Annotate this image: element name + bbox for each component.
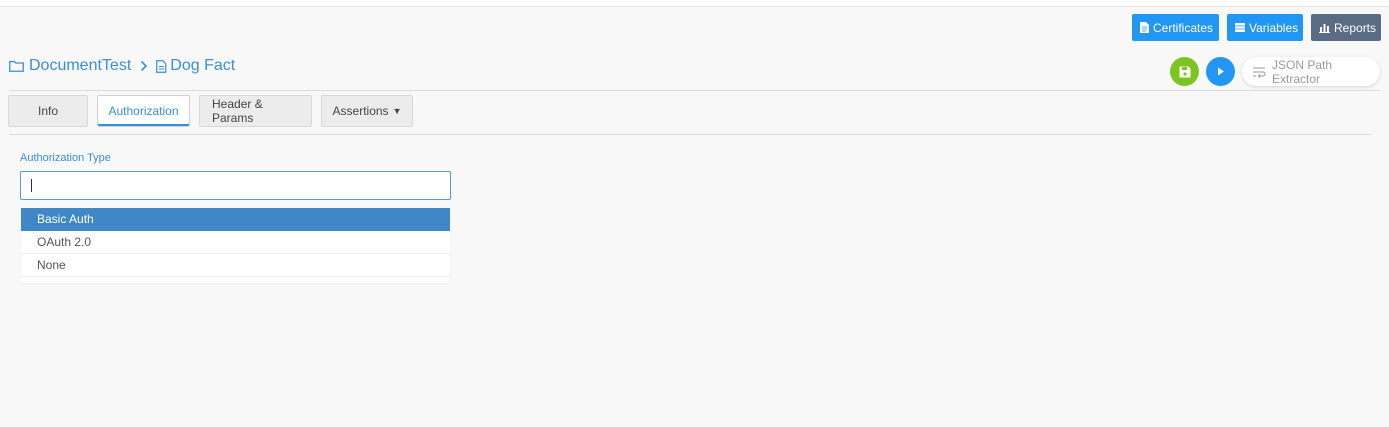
option-label: OAuth 2.0 xyxy=(37,235,92,249)
tab-header-params-label: Header & Params xyxy=(212,97,263,125)
option-none[interactable]: None xyxy=(21,254,450,277)
authorization-type-input[interactable] xyxy=(20,171,451,200)
authorization-type-label: Authorization Type xyxy=(20,152,111,164)
option-label: Basic Auth xyxy=(37,212,94,226)
tabs-divider xyxy=(9,134,1371,135)
variables-button[interactable]: Variables xyxy=(1227,14,1303,41)
save-button[interactable] xyxy=(1170,57,1199,86)
play-icon xyxy=(1217,67,1225,76)
table-icon xyxy=(1235,23,1245,32)
breadcrumb-folder[interactable]: DocumentTest xyxy=(9,57,131,75)
request-tools: JSON Path Extractor xyxy=(1170,57,1380,86)
variables-label: Variables xyxy=(1249,20,1299,35)
save-icon xyxy=(1179,66,1191,78)
authorization-type-dropdown: Basic Auth OAuth 2.0 None xyxy=(21,208,450,283)
option-oauth2[interactable]: OAuth 2.0 xyxy=(21,231,450,254)
tab-info[interactable]: Info xyxy=(8,95,88,127)
option-label: None xyxy=(37,258,66,272)
tab-authorization-label: Authorization xyxy=(108,104,179,118)
breadcrumb-document-label: Dog Fact xyxy=(170,57,236,74)
chevron-right-icon xyxy=(140,60,148,72)
breadcrumb-folder-label: DocumentTest xyxy=(29,57,132,74)
bar-chart-icon xyxy=(1319,23,1330,33)
breadcrumb: DocumentTest Dog Fact xyxy=(9,57,235,75)
top-actions: Certificates Variables Reports xyxy=(1132,14,1381,41)
json-path-extractor-label: JSON Path Extractor xyxy=(1272,57,1333,86)
divider xyxy=(9,90,1380,91)
top-strip xyxy=(0,0,1389,7)
run-button[interactable] xyxy=(1206,57,1235,86)
tab-info-label: Info xyxy=(37,104,58,118)
request-tabs: Info Authorization Header & Params Asser… xyxy=(8,95,413,127)
tab-assertions[interactable]: Assertions ▼ xyxy=(321,95,413,127)
folder-icon xyxy=(9,60,24,72)
tab-assertions-label: Assertions xyxy=(332,104,389,118)
option-basic-auth[interactable]: Basic Auth xyxy=(21,208,450,231)
tab-authorization[interactable]: Authorization xyxy=(97,95,190,127)
reports-label: Reports xyxy=(1334,20,1377,35)
tab-header-params[interactable]: Header & Params xyxy=(199,95,312,127)
breadcrumb-document[interactable]: Dog Fact xyxy=(156,57,235,75)
text-wrap-icon xyxy=(1252,66,1266,78)
caret-down-icon: ▼ xyxy=(392,106,402,116)
certificates-button[interactable]: Certificates xyxy=(1132,14,1219,41)
reports-button[interactable]: Reports xyxy=(1311,14,1381,41)
certificates-label: Certificates xyxy=(1153,20,1214,35)
dropdown-footer xyxy=(21,277,450,283)
json-path-extractor-button[interactable]: JSON Path Extractor xyxy=(1242,57,1380,86)
document-icon xyxy=(1140,22,1149,33)
text-cursor xyxy=(31,179,32,192)
file-icon xyxy=(156,59,167,73)
